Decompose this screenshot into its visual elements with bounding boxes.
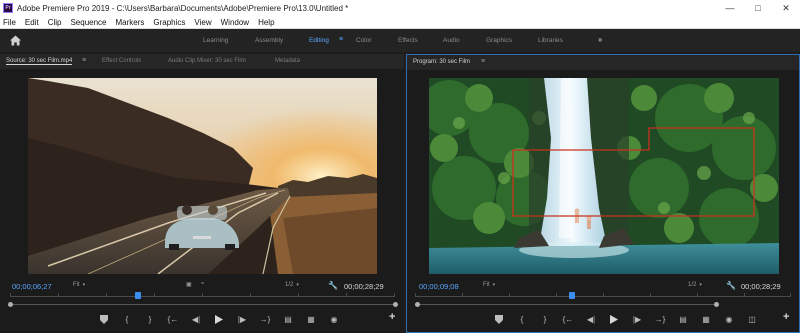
workspace-assembly[interactable]: Assembly <box>255 37 283 44</box>
program-time-ruler[interactable] <box>415 290 791 299</box>
play-icon[interactable] <box>213 313 225 325</box>
zoom-handle-left[interactable] <box>415 302 420 307</box>
overwrite-icon[interactable]: ▦ <box>305 313 317 325</box>
insert-icon[interactable]: ▤ <box>282 313 294 325</box>
program-zoom-scrollbar[interactable] <box>415 302 719 307</box>
step-back-icon[interactable]: ◀| <box>585 313 597 325</box>
add-marker-icon[interactable] <box>98 313 110 325</box>
app-icon-text: Pr <box>5 4 11 11</box>
workspace-color[interactable]: Color <box>356 37 372 44</box>
mark-out-icon[interactable]: } <box>144 313 156 325</box>
panel-menu-icon[interactable]: ≡ <box>481 58 485 65</box>
step-forward-icon[interactable]: |▶ <box>631 313 643 325</box>
zoom-handle-right[interactable] <box>393 302 398 307</box>
zoom-handle-left[interactable] <box>8 302 13 307</box>
source-resolution-label: 1/2 <box>285 282 294 288</box>
chevron-down-icon: ▾ <box>492 282 496 288</box>
lift-icon[interactable]: ▤ <box>677 313 689 325</box>
chevron-down-icon: ▾ <box>296 282 299 288</box>
workspace-bar: Learning Assembly Editing ≡ Color Effect… <box>0 29 800 52</box>
go-to-out-icon[interactable]: →} <box>259 313 271 325</box>
button-editor-icon[interactable]: + <box>783 311 789 323</box>
title-bar: Pr Adobe Premiere Pro 2019 - C:\Users\Ba… <box>0 0 800 16</box>
step-forward-icon[interactable]: |▶ <box>236 313 248 325</box>
source-resolution-dropdown[interactable]: 1/2 ▾ <box>285 282 299 288</box>
chevron-down-icon: ▾ <box>699 282 702 288</box>
source-time-ruler[interactable] <box>10 290 395 299</box>
mark-in-icon[interactable]: { <box>121 313 133 325</box>
program-video-frame[interactable] <box>429 78 779 274</box>
maximize-icon[interactable]: □ <box>744 0 772 16</box>
source-tab-row: Source: 30 sec Film.mp4 ≡ Effect Control… <box>0 54 404 69</box>
menu-window[interactable]: Window <box>221 18 249 27</box>
workspace-graphics[interactable]: Graphics <box>486 37 512 44</box>
minimize-icon[interactable]: — <box>716 0 744 16</box>
mark-in-icon[interactable]: { <box>516 313 528 325</box>
drag-audio-only-icon[interactable]: ≈ <box>201 281 204 287</box>
program-resolution-dropdown[interactable]: 1/2 ▾ <box>688 282 702 288</box>
menu-view[interactable]: View <box>194 18 211 27</box>
more-workspaces-icon[interactable]: ›› <box>598 35 602 44</box>
menu-sequence[interactable]: Sequence <box>70 18 106 27</box>
window-title: Adobe Premiere Pro 2019 - C:\Users\Barba… <box>17 3 349 13</box>
workspace-audio[interactable]: Audio <box>443 37 460 44</box>
export-frame-icon[interactable]: ◉ <box>723 313 735 325</box>
close-icon[interactable]: ✕ <box>772 0 800 16</box>
home-icon[interactable] <box>9 34 22 47</box>
source-transport-controls: { } {← ◀| |▶ →} ▤ ▦ ◉ <box>98 313 351 325</box>
comparison-view-icon[interactable]: ◫ <box>746 313 758 325</box>
program-fit-dropdown[interactable]: Fit ▾ <box>483 282 495 288</box>
premiere-app-icon: Pr <box>3 3 13 13</box>
go-to-in-icon[interactable]: {← <box>562 313 574 325</box>
source-zoom-scrollbar[interactable] <box>8 302 398 307</box>
program-monitor-panel: Program: 30 sec Film ≡ 00;00;09;08 Fit ▾… <box>406 54 800 333</box>
source-video-frame[interactable] <box>28 78 377 274</box>
wrench-icon[interactable]: 🔧 <box>726 281 736 290</box>
program-fit-label: Fit <box>483 282 490 288</box>
workspace-learning[interactable]: Learning <box>203 37 228 44</box>
tab-source[interactable]: Source: 30 sec Film.mp4 <box>6 58 73 65</box>
drag-video-only-icon[interactable]: ▣ <box>186 281 192 288</box>
go-to-out-icon[interactable]: →} <box>654 313 666 325</box>
menu-clip[interactable]: Clip <box>48 18 62 27</box>
button-editor-icon[interactable]: + <box>389 311 395 323</box>
chevron-down-icon: ▾ <box>82 282 86 288</box>
program-transport-controls: { } {← ◀| |▶ →} ▤ ▦ ◉ ◫ <box>493 313 769 325</box>
menu-markers[interactable]: Markers <box>116 18 145 27</box>
menu-file[interactable]: File <box>3 18 16 27</box>
menu-bar: File Edit Clip Sequence Markers Graphics… <box>0 16 800 29</box>
program-tab-row: Program: 30 sec Film ≡ <box>407 55 799 70</box>
mark-out-icon[interactable]: } <box>539 313 551 325</box>
menu-help[interactable]: Help <box>258 18 274 27</box>
panel-menu-icon[interactable]: ≡ <box>82 57 86 64</box>
tab-metadata[interactable]: Metadata <box>275 58 300 64</box>
tab-program[interactable]: Program: 30 sec Film <box>413 59 470 65</box>
workspace-menu-icon[interactable]: ≡ <box>339 36 343 43</box>
step-back-icon[interactable]: ◀| <box>190 313 202 325</box>
workspace-libraries[interactable]: Libraries <box>538 37 563 44</box>
go-to-in-icon[interactable]: {← <box>167 313 179 325</box>
extract-icon[interactable]: ▦ <box>700 313 712 325</box>
menu-graphics[interactable]: Graphics <box>153 18 185 27</box>
wrench-icon[interactable]: 🔧 <box>328 281 338 290</box>
program-playhead[interactable] <box>569 292 575 299</box>
export-frame-icon[interactable]: ◉ <box>328 313 340 325</box>
menu-edit[interactable]: Edit <box>25 18 39 27</box>
workspace-editing[interactable]: Editing <box>309 37 329 44</box>
workspace-effects[interactable]: Effects <box>398 37 418 44</box>
source-fit-label: Fit <box>73 282 80 288</box>
source-monitor-panel: Source: 30 sec Film.mp4 ≡ Effect Control… <box>0 54 404 333</box>
source-fit-dropdown[interactable]: Fit ▾ <box>73 282 85 288</box>
play-icon[interactable] <box>608 313 620 325</box>
program-resolution-label: 1/2 <box>688 282 697 288</box>
source-playhead[interactable] <box>135 292 141 299</box>
tab-effect-controls[interactable]: Effect Controls <box>102 58 141 64</box>
tab-audio-clip-mixer[interactable]: Audio Clip Mixer: 30 sec Film <box>168 58 246 64</box>
add-marker-icon[interactable] <box>493 313 505 325</box>
zoom-handle-right[interactable] <box>714 302 719 307</box>
